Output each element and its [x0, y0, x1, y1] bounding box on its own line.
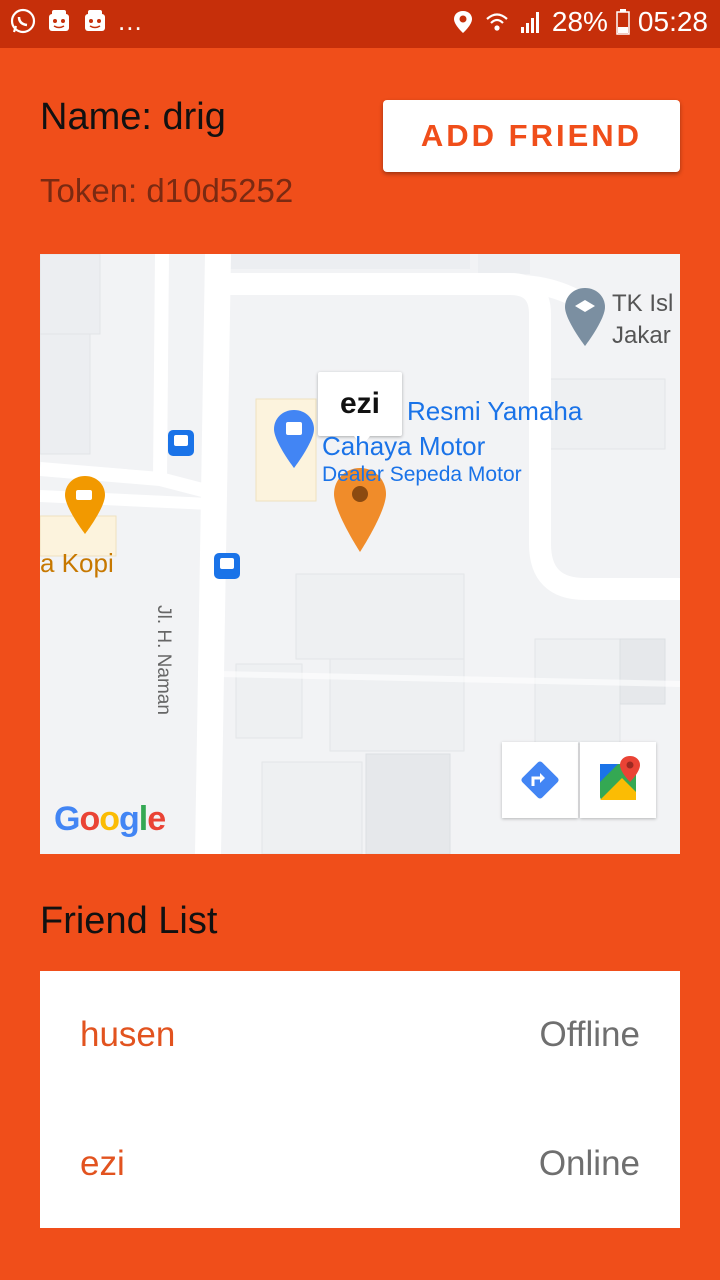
- marker-info-window[interactable]: ezi: [318, 372, 402, 446]
- place-label: Cahaya Motor: [322, 431, 486, 461]
- more-notifications: ...: [118, 6, 143, 36]
- whatsapp-icon: [10, 8, 36, 34]
- friend-list: husen Offline ezi Online: [40, 971, 680, 1228]
- friend-list-title: Friend List: [40, 900, 218, 942]
- friend-list-item[interactable]: husen Offline: [40, 971, 680, 1099]
- google-logo: Google: [54, 800, 166, 838]
- school-poi-icon: [565, 288, 605, 346]
- friend-name: husen: [80, 1015, 176, 1054]
- place-category-label: Dealer Sepeda Motor: [322, 463, 522, 486]
- open-in-maps-button[interactable]: [580, 742, 656, 818]
- map-view[interactable]: ezi Resmi Yamaha Cahaya Motor Dealer Sep…: [40, 254, 680, 854]
- place-label: a Kopi: [40, 548, 114, 578]
- google-maps-icon: [600, 756, 640, 800]
- status-bar: ... 28% 05:28: [0, 0, 720, 48]
- friend-name: ezi: [80, 1144, 125, 1183]
- friend-list-item[interactable]: ezi Online: [40, 1100, 680, 1228]
- place-label: TK Isl: [612, 290, 674, 317]
- place-label: Resmi Yamaha: [407, 396, 583, 426]
- directions-icon: [521, 761, 559, 799]
- profile-token: Token: d10d5252: [40, 172, 294, 209]
- battery-percentage: 28%: [551, 6, 608, 37]
- add-friend-button[interactable]: ADD FRIEND: [383, 100, 680, 172]
- clock: 05:28: [637, 6, 708, 37]
- friend-status: Online: [538, 1144, 640, 1183]
- signal-icon: [520, 12, 539, 33]
- battery-icon: [616, 9, 630, 35]
- street-label: Jl. H. Naman: [152, 605, 174, 715]
- app-notification-icon: [85, 10, 105, 31]
- app-notification-icon: [49, 10, 69, 31]
- wifi-icon: [486, 13, 508, 31]
- location-icon: [453, 11, 472, 33]
- directions-button[interactable]: [502, 742, 578, 818]
- friend-status: Offline: [539, 1015, 640, 1054]
- place-label: Jakar: [612, 322, 671, 349]
- profile-name: Name: drig: [40, 96, 226, 138]
